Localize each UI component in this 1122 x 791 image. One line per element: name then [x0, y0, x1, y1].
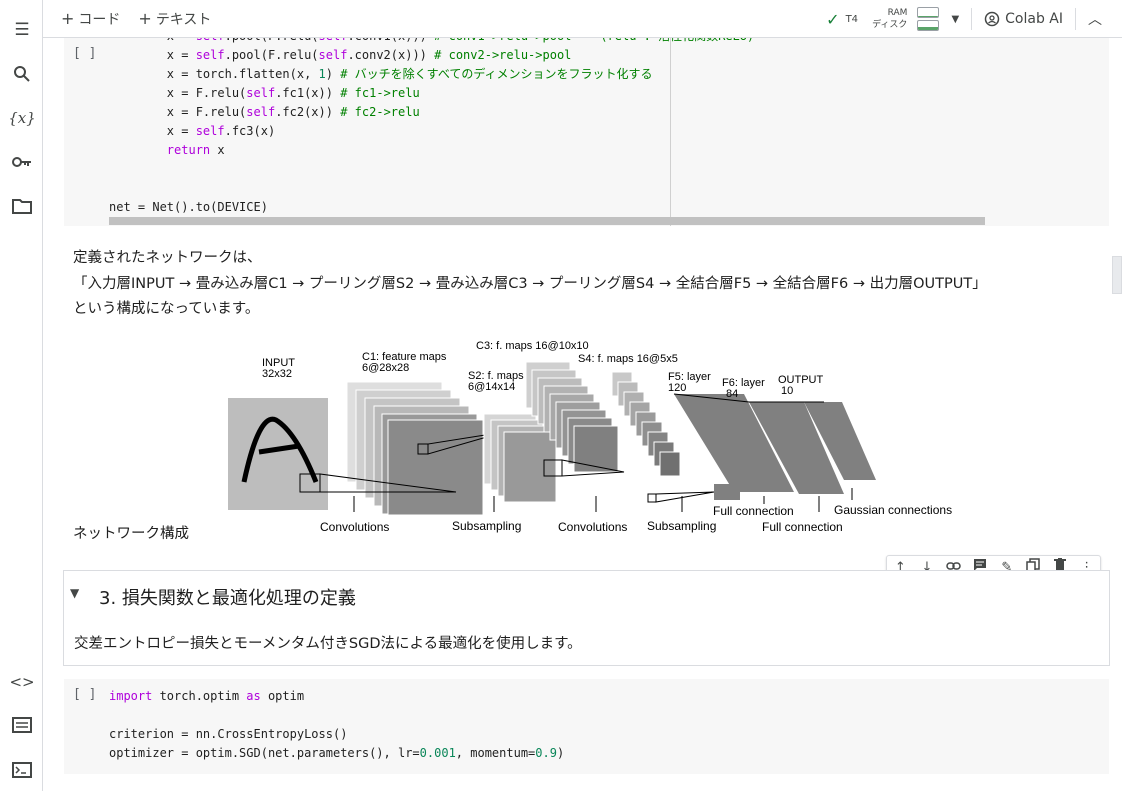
code-editor[interactable]: x = self.pool(F.relu(self.conv1(x))) # c… [109, 38, 754, 217]
collapse-header-icon[interactable]: ︿ [1088, 9, 1102, 29]
add-text-label: テキスト [155, 11, 212, 28]
colab-ai-icon [984, 11, 1000, 27]
plus-icon: + [61, 9, 75, 28]
collapse-section-chevron-icon[interactable]: ▼ [70, 586, 79, 600]
plus-icon: + [138, 9, 152, 28]
lenet-architecture-diagram: INPUT 32x32 C1: feature maps 6@28x28 C3:… [204, 332, 964, 544]
text-line-2: 「入力層INPUT → 畳み込み層C1 → プーリング層S2 → 畳み込み層C3… [73, 276, 987, 292]
disk-usage-bar [917, 20, 940, 31]
code-snippets-icon[interactable]: <> [9, 671, 34, 693]
run-cell-button[interactable]: [ ] [73, 687, 96, 702]
code-text: optim [260, 689, 305, 703]
output-size-label: 10 [781, 385, 793, 397]
subsampling-label-1: Subsampling [452, 519, 521, 533]
runtime-status[interactable]: ✓ T4 RAM ディスク [826, 7, 940, 31]
code-text: ) [556, 746, 565, 760]
subsampling-label-2: Subsampling [647, 519, 716, 533]
convolutions-label-1: Convolutions [320, 520, 389, 534]
code-text: , momentum= [455, 746, 536, 760]
toolbar-divider [971, 8, 973, 30]
network-caption: ネットワーク構成 [73, 526, 189, 542]
code-text: optimizer = optim.SGD(net.parameters(), … [109, 746, 420, 760]
notebook-toolbar: + コード + テキスト ✓ T4 RAM ディスク ▼ Colab AI ︿ [43, 0, 1122, 38]
runtime-type: T4 [845, 13, 859, 25]
add-code-button[interactable]: + コード [61, 9, 120, 29]
page-scrollbar[interactable] [1112, 256, 1122, 294]
code-line: return x [166, 143, 225, 157]
s4-label: S4: f. maps 16@5x5 [578, 353, 678, 365]
run-cell-button[interactable]: [ ] [73, 46, 96, 61]
code-cell[interactable]: [ ] x = self.pool(F.relu(self.conv1(x)))… [64, 38, 1109, 226]
code-cell[interactable]: [ ] import torch.optim as optim criterio… [64, 679, 1109, 774]
code-text: torch.optim [152, 689, 247, 703]
add-text-button[interactable]: + テキスト [138, 9, 211, 29]
code-line: x = torch.flatten(x, 1) # バッチを除くすべてのディメン… [109, 67, 653, 81]
colab-ai-button[interactable]: Colab AI [984, 11, 1063, 27]
ram-label: RAM [887, 8, 908, 18]
code-line: x = self.pool(F.relu(self.conv1(x))) # c… [109, 38, 754, 46]
code-keyword: as [246, 689, 261, 703]
full-connection-label-2: Full connection [762, 520, 843, 534]
lenet-diagram-svg: INPUT 32x32 C1: feature maps 6@28x28 C3:… [228, 340, 952, 534]
left-rail: ☰ {x} <> [0, 0, 43, 791]
code-number: 0.001 [419, 746, 456, 760]
text-line-1: 定義されたネットワークは、 [73, 250, 262, 266]
c1-size-label: 6@28x28 [362, 362, 409, 374]
s2-size-label: 6@14x14 [468, 381, 515, 393]
command-palette-icon[interactable] [11, 714, 33, 736]
convolutions-label-2: Convolutions [558, 520, 627, 534]
c3-receptive-field [647, 493, 657, 503]
terminal-icon[interactable] [11, 759, 33, 781]
gaussian-connections-label: Gaussian connections [834, 503, 952, 517]
toolbar-divider [1075, 8, 1076, 30]
code-editor[interactable]: import torch.optim as optim criterion = … [109, 687, 564, 763]
input-size-label: 32x32 [262, 368, 292, 380]
section-description: 交差エントロピー損失とモーメンタム付きSGD法による最適化を使用します。 [74, 636, 582, 652]
runtime-dropdown-icon[interactable]: ▼ [951, 14, 959, 25]
section-title: 3. 損失関数と最適化処理の定義 [99, 588, 356, 609]
code-text: criterion = nn.CrossEntropyLoss() [109, 727, 348, 741]
add-code-label: コード [78, 11, 121, 28]
code-line: x = self.fc3(x) [109, 124, 276, 138]
f5-size-label: 120 [668, 382, 686, 394]
code-number: 0.9 [535, 746, 557, 760]
c1-feature-maps [346, 381, 484, 516]
code-line: x = F.relu(self.fc2(x)) # fc2->relu [109, 105, 420, 119]
files-folder-icon[interactable] [11, 195, 33, 217]
code-line: x = F.relu(self.fc1(x)) # fc1->relu [109, 86, 420, 100]
table-of-contents-icon[interactable]: ☰ [11, 19, 33, 41]
ram-usage-bar [917, 7, 940, 18]
disk-label: ディスク [872, 20, 908, 30]
input-image [228, 398, 328, 510]
code-line: net = Net().to(DEVICE) [109, 200, 268, 214]
code-line: x = self.pool(F.relu(self.conv2(x))) # c… [109, 48, 572, 62]
connected-check-icon: ✓ [826, 9, 840, 29]
search-icon[interactable] [11, 63, 33, 85]
full-connection-label-1: Full connection [713, 504, 794, 518]
variables-icon[interactable]: {x} [8, 107, 36, 129]
c3-label: C3: f. maps 16@10x10 [476, 340, 589, 352]
sub2-projection [655, 491, 715, 503]
section-cell[interactable]: ▼ 3. 損失関数と最適化処理の定義 交差エントロピー損失とモーメンタム付きSG… [63, 570, 1110, 666]
text-line-3: という構成になっています。 [73, 301, 260, 317]
f6-size-label: 84 [726, 388, 738, 400]
secrets-key-icon[interactable] [11, 151, 33, 173]
code-keyword: import [109, 689, 153, 703]
colab-ai-label: Colab AI [1005, 11, 1063, 27]
horizontal-scrollbar[interactable] [109, 217, 985, 225]
